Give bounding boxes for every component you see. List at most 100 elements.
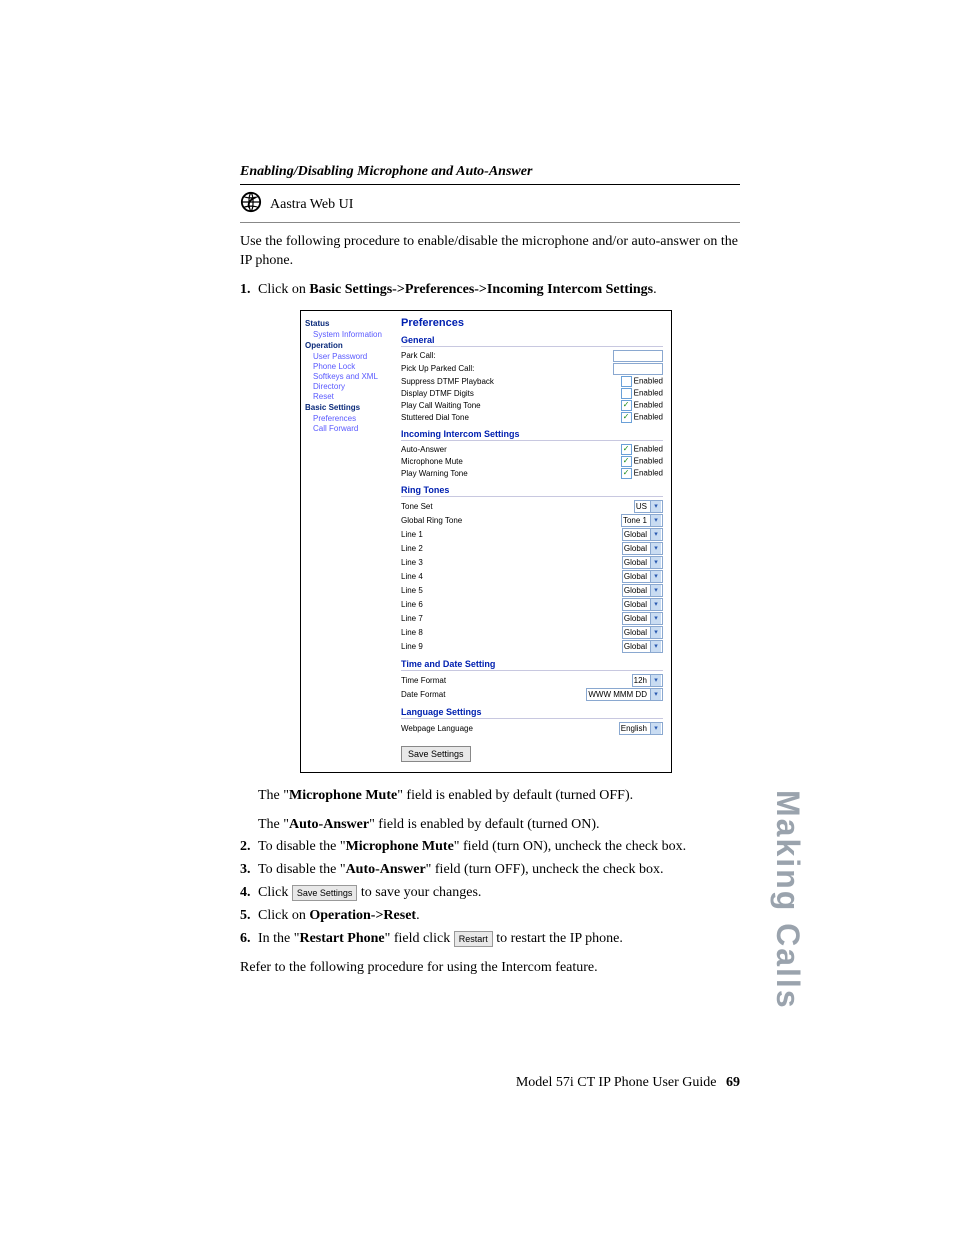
park-call-input[interactable] [613, 350, 663, 362]
step-bold: Basic Settings->Preferences->Incoming In… [309, 282, 653, 297]
auto-answer-checkbox[interactable] [621, 444, 632, 455]
line1-label: Line 1 [401, 530, 423, 539]
enabled-label: Enabled [634, 444, 663, 453]
step-text: To disable the " [258, 839, 346, 854]
line7-select[interactable]: Global▾ [622, 612, 663, 625]
select-value: Global [624, 600, 647, 609]
intro-paragraph: Use the following procedure to enable/di… [240, 233, 740, 271]
closing-paragraph: Refer to the following procedure for usi… [240, 959, 740, 978]
page-footer: Model 57i CT IP Phone User Guide 69 [240, 1075, 740, 1091]
select-value: Global [624, 530, 647, 539]
time-format-select[interactable]: 12h▾ [632, 674, 663, 687]
line8-label: Line 8 [401, 628, 423, 637]
line6-select[interactable]: Global▾ [622, 598, 663, 611]
line2-select[interactable]: Global▾ [622, 542, 663, 555]
nav-system-info[interactable]: System Information [313, 330, 393, 339]
line4-label: Line 4 [401, 572, 423, 581]
chevron-down-icon: ▾ [650, 571, 661, 582]
line3-select[interactable]: Global▾ [622, 556, 663, 569]
line9-select[interactable]: Global▾ [622, 640, 663, 653]
line6-label: Line 6 [401, 600, 423, 609]
tone-set-label: Tone Set [401, 502, 433, 511]
date-format-select[interactable]: WWW MMM DD▾ [586, 688, 663, 701]
auto-answer-label: Auto-Answer [401, 445, 447, 454]
step-number: 1. [240, 281, 251, 300]
select-value: Global [624, 558, 647, 567]
play-warn-checkbox[interactable] [621, 468, 632, 479]
line3-label: Line 3 [401, 558, 423, 567]
nav-call-forward[interactable]: Call Forward [313, 424, 393, 433]
global-ring-select[interactable]: Tone 1▾ [621, 514, 663, 527]
park-call-label: Park Call: [401, 351, 436, 360]
line8-select[interactable]: Global▾ [622, 626, 663, 639]
step-text-end: to restart the IP phone. [493, 931, 623, 946]
step-text-mid: " field click [385, 931, 454, 946]
webui-main: Preferences General Park Call: Pick Up P… [397, 311, 671, 772]
select-value: 12h [634, 676, 647, 685]
tone-set-select[interactable]: US▾ [634, 500, 663, 513]
time-section-header: Time and Date Setting [401, 659, 663, 671]
nav-reset[interactable]: Reset [313, 392, 393, 401]
chevron-down-icon: ▾ [650, 613, 661, 624]
chevron-down-icon: ▾ [650, 543, 661, 554]
step-5: 5. Click on Operation->Reset. [240, 907, 740, 926]
nav-directory[interactable]: Directory [313, 382, 393, 391]
mic-mute-checkbox[interactable] [621, 456, 632, 467]
step-number: 6. [240, 930, 251, 949]
stutter-label: Stuttered Dial Tone [401, 413, 469, 422]
webpage-lang-label: Webpage Language [401, 724, 473, 733]
step-text: To disable the " [258, 862, 346, 877]
webui-screenshot: Status System Information Operation User… [300, 310, 672, 773]
enabled-label: Enabled [634, 412, 663, 421]
save-settings-button[interactable]: Save Settings [401, 746, 471, 762]
section-title: Enabling/Disabling Microphone and Auto-A… [240, 164, 740, 185]
footer-guide-title: Model 57i CT IP Phone User Guide [516, 1075, 717, 1090]
nav-preferences[interactable]: Preferences [313, 414, 393, 423]
step-text: Click on [258, 908, 309, 923]
chevron-down-icon: ▾ [650, 689, 661, 700]
chevron-down-icon: ▾ [650, 675, 661, 686]
select-value: Global [624, 628, 647, 637]
suppress-dtmf-checkbox[interactable] [621, 376, 632, 387]
stutter-checkbox[interactable] [621, 412, 632, 423]
step-text-end: " field (turn ON), uncheck the check box… [454, 839, 686, 854]
line4-select[interactable]: Global▾ [622, 570, 663, 583]
global-ring-label: Global Ring Tone [401, 516, 462, 525]
step-bold: Auto-Answer [346, 862, 426, 877]
line2-label: Line 2 [401, 544, 423, 553]
step-text: Click [258, 885, 292, 900]
select-value: WWW MMM DD [588, 690, 647, 699]
enabled-label: Enabled [634, 388, 663, 397]
chevron-down-icon: ▾ [650, 557, 661, 568]
select-value: Global [624, 614, 647, 623]
step-text-end: " field (turn OFF), uncheck the check bo… [426, 862, 664, 877]
auto-note: The "Auto-Answer" field is enabled by de… [258, 816, 740, 835]
nav-phone-lock[interactable]: Phone Lock [313, 362, 393, 371]
date-format-label: Date Format [401, 690, 445, 699]
select-value: Global [624, 572, 647, 581]
nav-operation-header: Operation [305, 341, 393, 350]
line1-select[interactable]: Global▾ [622, 528, 663, 541]
select-value: Global [624, 586, 647, 595]
play-cwt-label: Play Call Waiting Tone [401, 401, 481, 410]
chevron-down-icon: ▾ [650, 501, 661, 512]
step-4: 4. Click Save Settings to save your chan… [240, 884, 740, 903]
step-3: 3. To disable the "Auto-Answer" field (t… [240, 861, 740, 880]
chevron-down-icon: ▾ [650, 641, 661, 652]
enabled-label: Enabled [634, 400, 663, 409]
step-number: 5. [240, 907, 251, 926]
webpage-lang-select[interactable]: English▾ [619, 722, 663, 735]
suppress-dtmf-label: Suppress DTMF Playback [401, 377, 494, 386]
nav-softkeys-xml[interactable]: Softkeys and XML [313, 372, 393, 381]
step-text-end: . [416, 908, 420, 923]
play-cwt-checkbox[interactable] [621, 400, 632, 411]
step-number: 3. [240, 861, 251, 880]
display-dtmf-checkbox[interactable] [621, 388, 632, 399]
restart-inline-button: Restart [454, 931, 493, 947]
step-text: Click on [258, 282, 309, 297]
step-text-end: to save your changes. [357, 885, 481, 900]
pickup-input[interactable] [613, 363, 663, 375]
nav-user-password[interactable]: User Password [313, 352, 393, 361]
line5-select[interactable]: Global▾ [622, 584, 663, 597]
enabled-label: Enabled [634, 456, 663, 465]
